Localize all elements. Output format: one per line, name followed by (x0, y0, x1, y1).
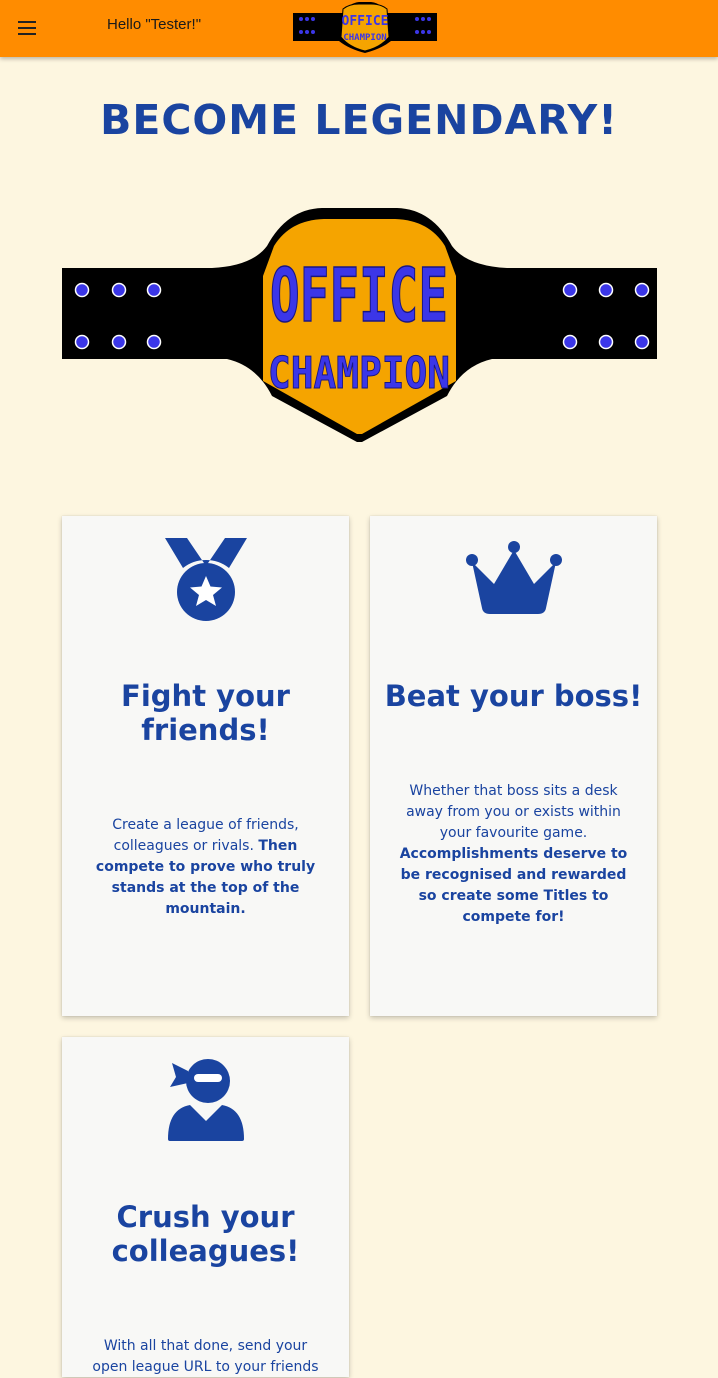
card-title: Beat your boss! (384, 679, 643, 713)
card-title: Fight your friends! (121, 679, 290, 747)
feature-card-friends: Fight your friends! Create a league of f… (62, 516, 349, 1016)
feature-card-colleagues: Crush your colleagues! With all that don… (62, 1037, 349, 1377)
logo-text-line2: CHAMPION (343, 33, 386, 43)
card-description: Create a league of friends, colleagues o… (86, 815, 325, 920)
hero-logo-line1: OFFICE (270, 253, 448, 339)
card-description: Whether that boss sits a desk away from … (390, 781, 637, 928)
hamburger-menu-icon[interactable] (14, 15, 40, 41)
card-text-plain: With all that done, send your open leagu… (92, 1338, 319, 1375)
logo-text-line1: OFFICE (342, 14, 389, 29)
user-greeting: Hello "Tester!" (107, 16, 202, 33)
card-description: With all that done, send your open leagu… (86, 1336, 325, 1378)
card-text-plain: Whether that boss sits a desk away from … (406, 783, 621, 841)
page-headline: BECOME LEGENDARY! (100, 96, 618, 144)
top-app-bar: Hello "Tester!" OFFICE CHAMPION (0, 0, 718, 57)
hero-belt-logo: OFFICE CHAMPION (62, 208, 657, 442)
card-title: Crush your colleagues! (111, 1200, 300, 1268)
office-champion-logo[interactable]: OFFICE CHAMPION (293, 1, 437, 54)
crown-icon (465, 541, 562, 614)
feature-card-boss: Beat your boss! Whether that boss sits a… (370, 516, 657, 1016)
medal-icon (164, 538, 247, 621)
card-text-bold: Accomplishments deserve to be recognised… (399, 846, 628, 925)
hero-logo-line2: CHAMPION (268, 348, 450, 399)
ninja-icon (167, 1059, 244, 1141)
